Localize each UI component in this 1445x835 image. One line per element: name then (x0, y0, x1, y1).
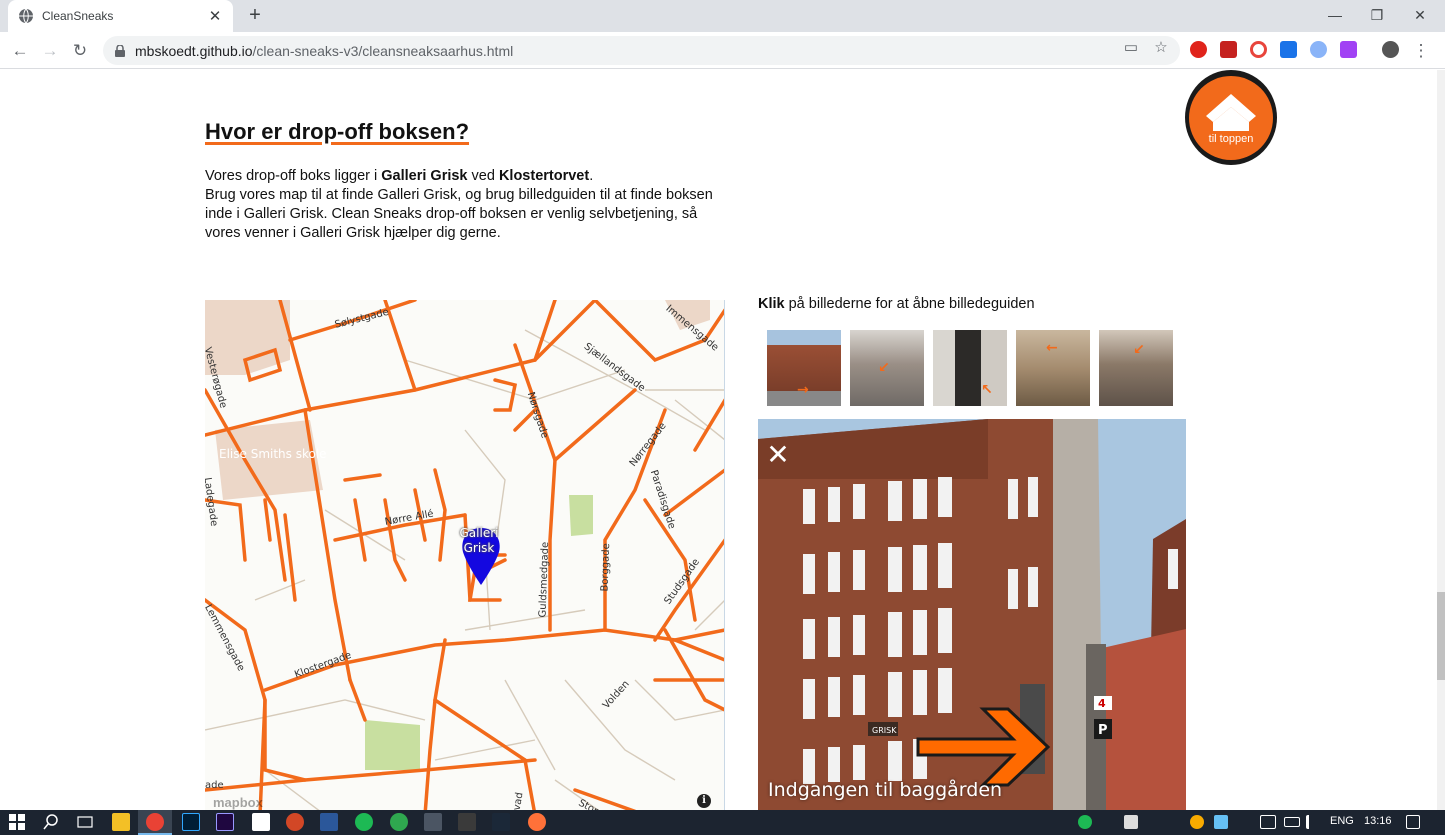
guide-photo[interactable]: GRISK 4 P ✕ Indgangen til baggården (758, 419, 1186, 810)
task-view-icon[interactable] (76, 813, 94, 831)
badge-extension-icon[interactable] (1280, 41, 1297, 58)
page-content: Hvor er drop-off boksen? Vores drop-off … (0, 70, 1437, 810)
firefox-icon[interactable] (528, 813, 546, 831)
chrome-icon[interactable] (146, 813, 164, 831)
search-icon[interactable] (42, 813, 60, 831)
lock-icon (115, 44, 125, 57)
tab-strip: CleanSneaks ✕ + — ❐ ✕ (0, 0, 1445, 32)
pin-label: Galleri Grisk (459, 526, 499, 555)
photoshop-icon[interactable] (182, 813, 200, 831)
file-explorer-icon[interactable] (112, 813, 130, 831)
shield-extension-icon[interactable] (1310, 41, 1327, 58)
notification-icon[interactable] (1406, 815, 1420, 829)
svg-text:4: 4 (1098, 697, 1106, 710)
guide-thumbnail-2[interactable]: ↙ (850, 330, 924, 406)
cast-icon[interactable]: ▭ (1122, 38, 1140, 56)
close-window-button[interactable]: ✕ (1398, 0, 1442, 30)
reload-icon[interactable]: ↻ (68, 39, 92, 63)
sync-extension-icon[interactable] (1250, 41, 1267, 58)
powerpoint-icon[interactable] (286, 813, 304, 831)
street-label: Borggade (599, 543, 613, 592)
mapbox-logo[interactable]: mapbox (213, 795, 263, 810)
language-indicator[interactable]: ENG (1330, 815, 1354, 827)
tray-volume-icon[interactable] (1306, 815, 1320, 829)
url-text: mbskoedt.github.io/clean-sneaks-v3/clean… (135, 42, 514, 59)
address-bar[interactable]: mbskoedt.github.io/clean-sneaks-v3/clean… (103, 36, 1180, 65)
back-arrow-icon[interactable]: ← (8, 39, 32, 63)
word-icon[interactable] (320, 813, 338, 831)
restore-button[interactable]: ❐ (1355, 0, 1399, 30)
profile-avatar[interactable] (1382, 41, 1399, 58)
map-widget[interactable]: Elise Smiths skole Sølystgade Sjællandsg… (205, 300, 725, 810)
tray-spotify-icon[interactable] (1078, 815, 1092, 829)
guide-thumbnail-4[interactable]: ← (1016, 330, 1090, 406)
green-app-icon[interactable] (390, 813, 408, 831)
guide-thumbnail-1[interactable]: → (767, 330, 841, 406)
tab-close-icon[interactable]: ✕ (207, 7, 223, 25)
globe-icon (19, 8, 33, 24)
pen-extension-icon[interactable] (1340, 41, 1357, 58)
info-icon[interactable]: i (697, 794, 711, 808)
bookmark-star-icon[interactable]: ☆ (1152, 38, 1170, 56)
close-icon[interactable]: ✕ (764, 441, 792, 469)
notepad-icon[interactable] (252, 813, 270, 831)
forward-arrow-icon[interactable]: → (38, 39, 62, 63)
clock[interactable]: 13:16 (1364, 815, 1392, 827)
menu-dots-icon[interactable]: ⋮ (1409, 39, 1433, 63)
to-top-button[interactable]: til toppen (1185, 70, 1277, 165)
guide-caption: Klik på billederne for at åbne billedegu… (758, 296, 1035, 312)
house-up-icon (1206, 93, 1256, 131)
photo-caption: Indgangen til baggården (768, 779, 1003, 801)
tray-steam-icon[interactable] (1214, 815, 1228, 829)
guide-thumbnail-5[interactable]: ↙ (1099, 330, 1173, 406)
after-effects-icon[interactable] (216, 813, 234, 831)
opera-extension-icon[interactable] (1190, 41, 1207, 58)
guide-thumbnail-3[interactable]: ↖ (933, 330, 1007, 406)
street-label: ade (205, 780, 224, 791)
svg-text:P: P (1098, 723, 1108, 738)
tray-font-icon[interactable] (1124, 815, 1138, 829)
page-title: Hvor er drop-off boksen? (205, 119, 470, 144)
pdf-extension-icon[interactable] (1220, 41, 1237, 58)
to-top-label: til toppen (1208, 132, 1254, 145)
tray-battery-icon[interactable] (1284, 817, 1300, 827)
new-tab-button[interactable]: + (244, 4, 266, 26)
tab-title: CleanSneaks (42, 9, 114, 23)
page-scrollbar[interactable] (1437, 70, 1445, 810)
steam-icon[interactable] (492, 813, 510, 831)
tray-wifi-icon[interactable] (1260, 815, 1276, 829)
browser-tab[interactable]: CleanSneaks ✕ (8, 0, 233, 32)
scrollbar-thumb[interactable] (1437, 592, 1445, 680)
windows-taskbar: ENG 13:16 (0, 810, 1445, 835)
app-icon[interactable] (424, 813, 442, 831)
school-label: Elise Smiths skole (219, 447, 327, 461)
live-icon[interactable] (458, 813, 476, 831)
svg-text:GRISK: GRISK (872, 726, 897, 735)
building-photo: GRISK 4 P (758, 419, 1186, 810)
intro-text: Vores drop-off boks ligger i Galleri Gri… (205, 168, 713, 241)
tray-app-icon[interactable] (1190, 815, 1204, 829)
spotify-icon[interactable] (355, 813, 373, 831)
windows-start-icon[interactable] (8, 813, 26, 831)
thumbnail-strip: → ↙ ↖ ← ↙ (767, 330, 1173, 406)
minimize-button[interactable]: — (1313, 0, 1357, 30)
